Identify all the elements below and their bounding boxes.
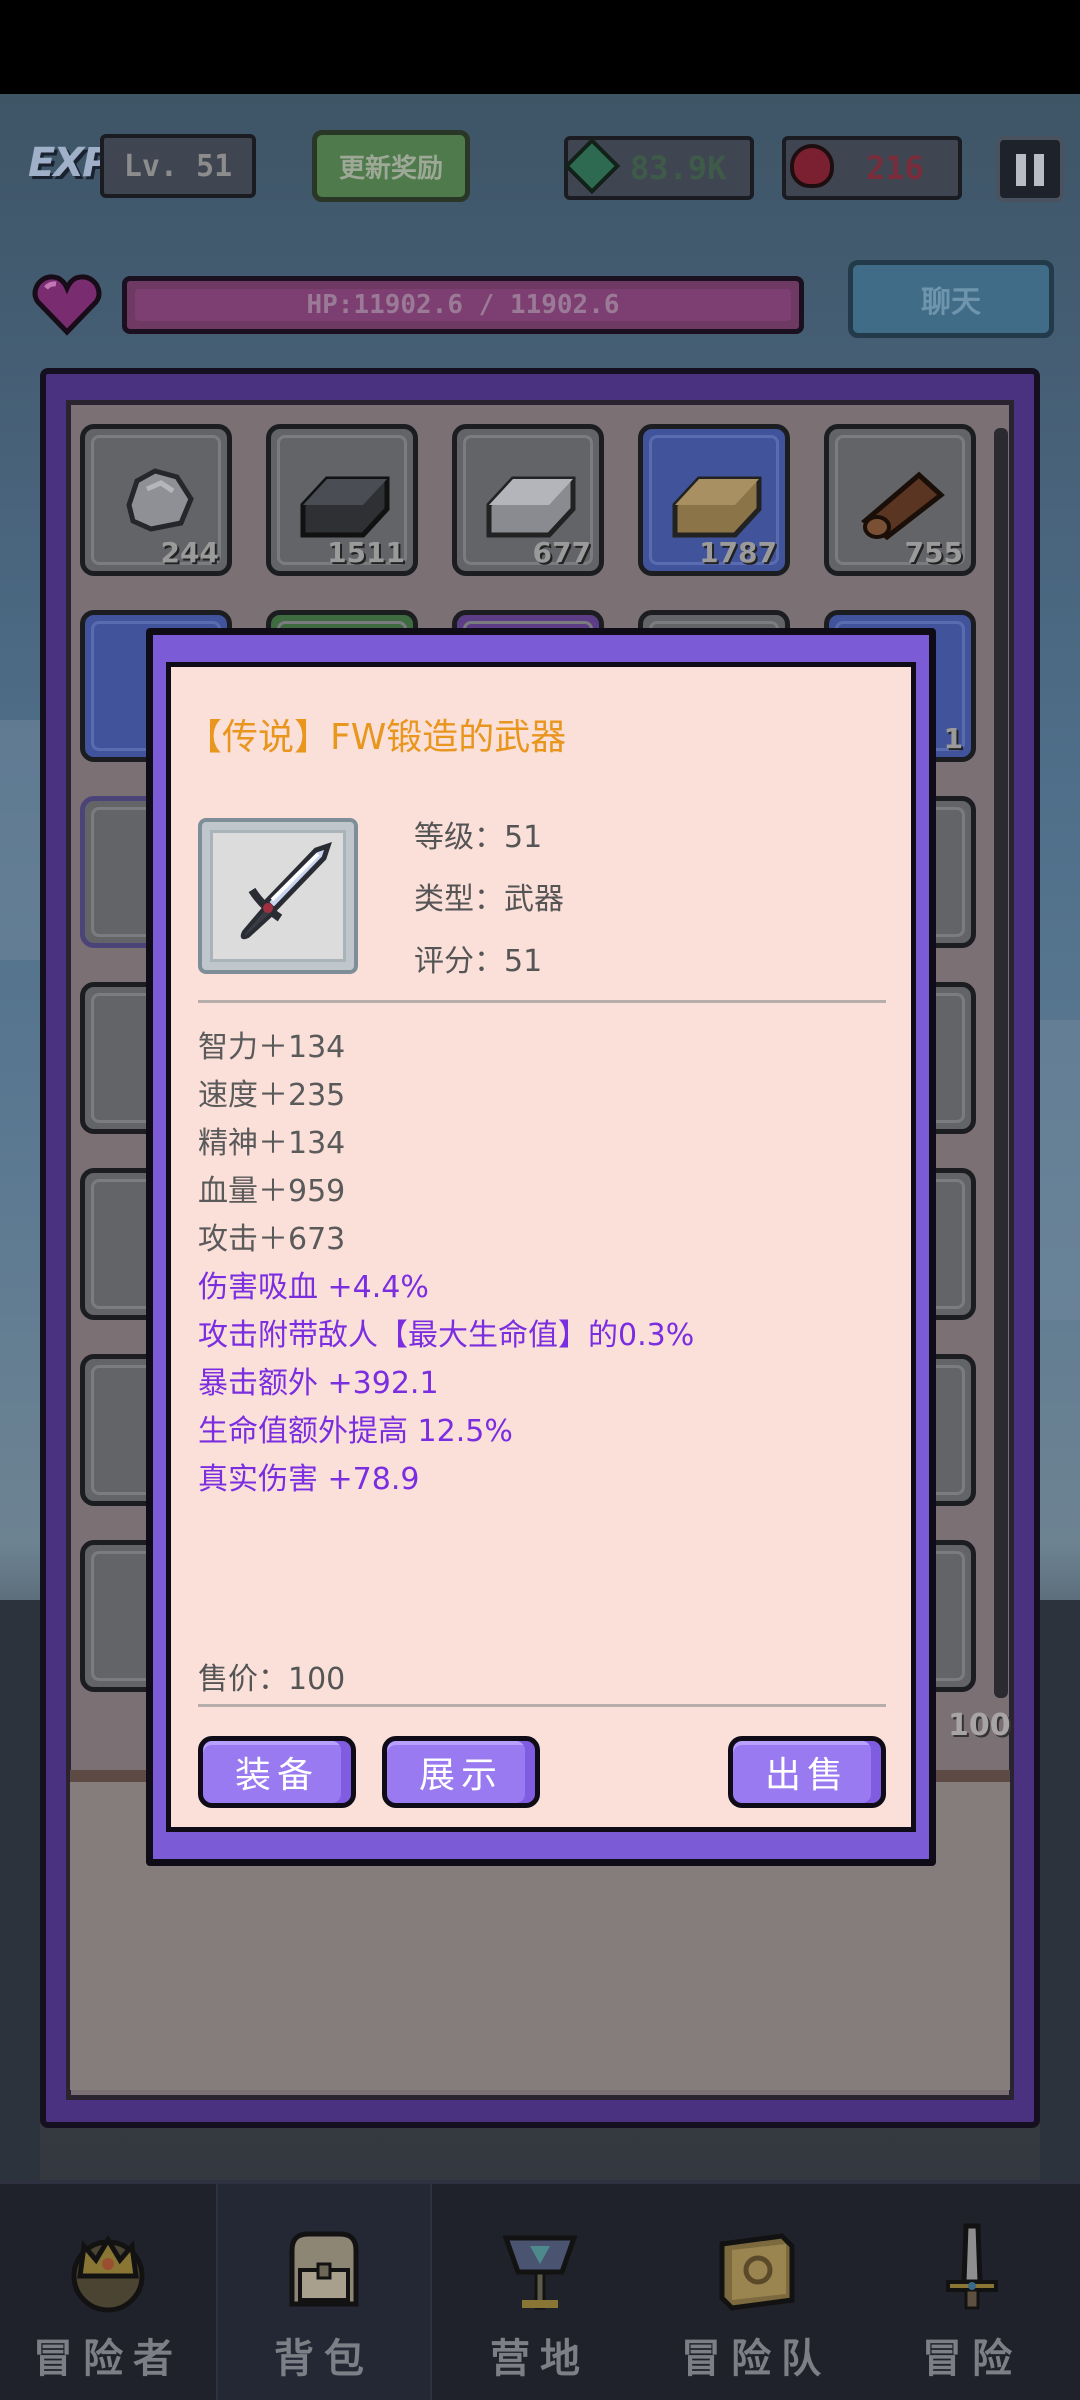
item-icon-frame [198,818,358,974]
hp-text: HP:11902.6 / 11902.6 [306,290,620,320]
base-stat: 智力＋134 [198,1030,346,1065]
silver-ingot-icon [486,476,576,538]
inventory-slot[interactable]: 244 [80,424,232,576]
special-stat: 生命值额外提高 12.5% [198,1414,513,1449]
nav-label: 背包 [274,2336,374,2382]
base-stat: 攻击＋673 [198,1222,346,1257]
divider [198,1704,886,1707]
inventory-scrollbar[interactable] [994,428,1008,1698]
pause-icon [1016,154,1026,186]
backpack-icon [289,2231,359,2307]
divider [198,1000,886,1003]
special-stat: 攻击附带敌人【最大生命值】的0.3% [198,1318,695,1353]
pause-icon [1034,154,1044,186]
nav-label: 冒险者 [33,2336,183,2382]
base-stat: 速度＋235 [198,1078,346,1113]
refresh-rewards-button[interactable]: 更新奖励 [312,130,470,202]
ground-decoration [1040,1600,1080,2180]
inventory-slot[interactable]: 677 [452,424,604,576]
sword-icon [946,2223,998,2310]
nav-party[interactable]: 冒险队 [648,2184,864,2400]
special-stat: 伤害吸血 +4.4% [198,1270,429,1305]
equip-button[interactable]: 装备 [198,1736,356,1808]
ore-icon [126,468,194,532]
crown-icon [71,2235,145,2313]
ruby-icon [790,144,834,188]
item-type: 类型：武器 [414,882,564,917]
ground-decoration [0,1600,40,2180]
base-stat: 精神＋134 [198,1126,346,1161]
camp-banner-icon [502,2235,578,2310]
level-display: Lv. 51 [100,134,256,198]
slot-count: 677 [532,536,591,569]
gold-ingot-icon [672,476,762,538]
sword-icon [240,842,332,940]
chat-button[interactable]: 聊天 [848,260,1054,338]
book-icon [719,2233,795,2311]
hp-bar: HP:11902.6 / 11902.6 [122,276,804,334]
wood-log-icon [860,471,945,541]
nav-backpack[interactable]: 背包 [216,2184,432,2400]
nav-label: 冒险 [922,2336,1022,2382]
heart-icon [32,274,102,336]
slot-count: 1787 [699,536,777,569]
sell-price: 售价：100 [198,1662,346,1697]
item-score: 评分：51 [414,944,543,979]
inventory-slot[interactable]: 1511 [266,424,418,576]
nav-label: 营地 [490,2336,590,2382]
nav-adventure[interactable]: 冒险 [864,2184,1080,2400]
slot-count: 244 [160,536,219,569]
special-stat: 真实伤害 +78.9 [198,1462,420,1497]
base-stat: 血量＋959 [198,1174,346,1209]
nav-adventurer[interactable]: 冒险者 [0,2184,216,2400]
slot-count: 100 [948,1708,1011,1743]
inventory-slot[interactable]: 755 [824,424,976,576]
item-title: 【传说】FW锻造的武器 [186,717,567,758]
item-level: 等级：51 [414,820,543,855]
nav-camp[interactable]: 营地 [432,2184,648,2400]
status-bar [0,0,1080,94]
slot-count: 1511 [327,536,405,569]
sell-button[interactable]: 出售 [728,1736,886,1808]
show-button[interactable]: 展示 [382,1736,540,1808]
special-stat: 暴击额外 +392.1 [198,1366,439,1401]
nav-label: 冒险队 [681,2336,831,2382]
inventory-slot[interactable]: 1787 [638,424,790,576]
slot-count: 1 [943,722,963,755]
slot-count: 755 [904,536,963,569]
pause-button[interactable] [996,136,1064,202]
iron-ingot-icon [300,476,390,538]
